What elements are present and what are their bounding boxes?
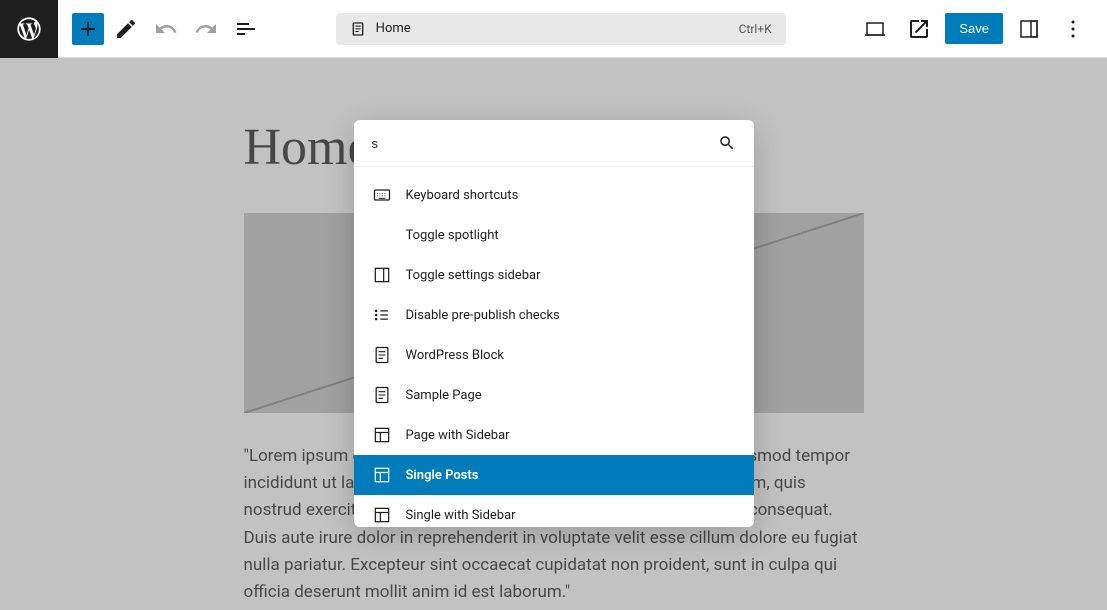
search-icon xyxy=(718,134,736,152)
sidebar-icon xyxy=(372,265,392,285)
list-view-button[interactable] xyxy=(228,11,264,47)
command-item[interactable]: Single Posts xyxy=(354,455,754,495)
page-icon xyxy=(372,345,392,365)
layout-icon xyxy=(372,505,392,525)
command-item[interactable]: Single with Sidebar xyxy=(354,495,754,527)
command-results-list[interactable]: Keyboard shortcuts Toggle spotlight Toggle… xyxy=(354,167,754,527)
redo-button[interactable] xyxy=(188,11,224,47)
command-search-input[interactable] xyxy=(372,136,718,151)
command-item-label: WordPress Block xyxy=(406,348,504,363)
command-item-label: Sample Page xyxy=(406,388,482,403)
command-item-label: Page with Sidebar xyxy=(406,428,510,443)
document-title-bar[interactable]: Home Ctrl+K xyxy=(336,13,786,45)
command-item[interactable]: Page with Sidebar xyxy=(354,415,754,455)
layout-icon xyxy=(372,425,392,445)
save-button[interactable]: Save xyxy=(945,13,1003,44)
command-shortcut-label: Ctrl+K xyxy=(739,22,772,36)
command-item[interactable]: Keyboard shortcuts xyxy=(354,175,754,215)
toolbar-right-group: Save xyxy=(857,11,1091,47)
command-search-row xyxy=(354,120,754,167)
command-palette: Keyboard shortcuts Toggle spotlight Toggle… xyxy=(354,120,754,527)
command-item-label: Toggle spotlight xyxy=(406,228,499,243)
command-item[interactable]: Toggle spotlight xyxy=(354,215,754,255)
command-item[interactable]: WordPress Block xyxy=(354,335,754,375)
undo-button[interactable] xyxy=(148,11,184,47)
toolbar-center: Home Ctrl+K xyxy=(264,13,857,45)
command-item[interactable]: Disable pre-publish checks xyxy=(354,295,754,335)
wordpress-icon xyxy=(15,15,43,43)
keyboard-icon xyxy=(372,185,392,205)
command-item-label: Single Posts xyxy=(406,468,479,483)
page-icon xyxy=(350,21,366,37)
page-icon xyxy=(372,385,392,405)
blank-icon xyxy=(372,225,392,245)
command-item-label: Disable pre-publish checks xyxy=(406,308,560,323)
command-item[interactable]: Toggle settings sidebar xyxy=(354,255,754,295)
more-options-button[interactable] xyxy=(1055,11,1091,47)
command-item[interactable]: Sample Page xyxy=(354,375,754,415)
edit-tool-button[interactable] xyxy=(108,11,144,47)
external-link-button[interactable] xyxy=(901,11,937,47)
toolbar-left-group xyxy=(72,11,264,47)
view-button[interactable] xyxy=(857,11,893,47)
editor-toolbar: Home Ctrl+K Save xyxy=(0,0,1107,58)
command-item-label: Keyboard shortcuts xyxy=(406,188,519,203)
command-item-label: Toggle settings sidebar xyxy=(406,268,541,283)
add-block-button[interactable] xyxy=(72,13,104,45)
document-title-label: Home xyxy=(376,21,411,36)
layout-icon xyxy=(372,465,392,485)
list-icon xyxy=(372,305,392,325)
settings-sidebar-button[interactable] xyxy=(1011,11,1047,47)
command-item-label: Single with Sidebar xyxy=(406,508,516,523)
wordpress-logo[interactable] xyxy=(0,0,58,58)
